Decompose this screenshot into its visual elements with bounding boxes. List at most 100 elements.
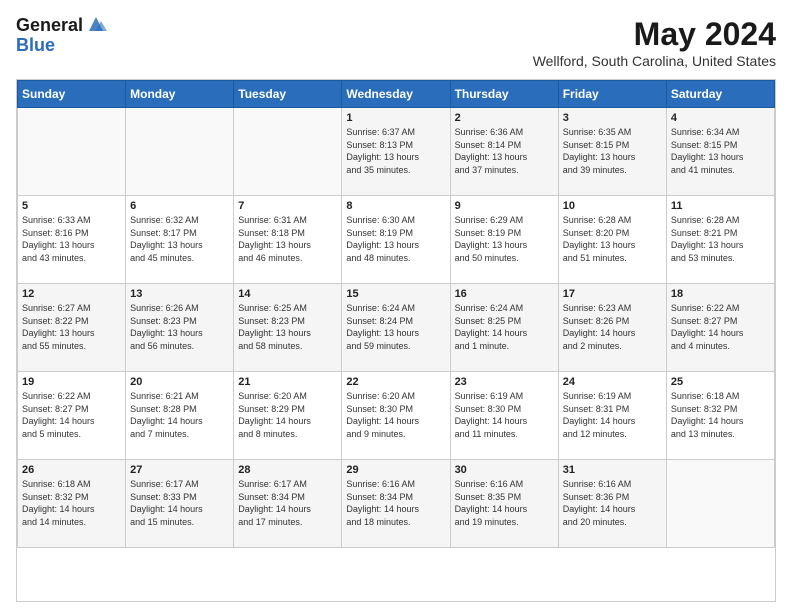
day-number: 11 bbox=[671, 200, 770, 212]
day-number: 28 bbox=[238, 464, 337, 476]
calendar-cell: 8Sunrise: 6:30 AM Sunset: 8:19 PM Daylig… bbox=[342, 196, 450, 284]
day-info: Sunrise: 6:28 AM Sunset: 8:20 PM Dayligh… bbox=[563, 214, 662, 264]
day-number: 8 bbox=[346, 200, 445, 212]
location: Wellford, South Carolina, United States bbox=[533, 53, 776, 69]
day-info: Sunrise: 6:19 AM Sunset: 8:30 PM Dayligh… bbox=[455, 390, 554, 440]
calendar-cell: 6 Sunrise: 6:32 AM Sunset: 8:17 PM Daylig… bbox=[126, 196, 234, 284]
calendar-table: SundayMondayTuesdayWednesdayThursdayFrid… bbox=[17, 80, 775, 548]
day-number: 23 bbox=[455, 376, 554, 388]
day-of-week-friday: Friday bbox=[558, 81, 666, 108]
day-info: Sunrise: 6:17 AM Sunset: 8:34 PM Dayligh… bbox=[238, 478, 337, 528]
calendar-header: SundayMondayTuesdayWednesdayThursdayFrid… bbox=[18, 81, 775, 108]
calendar-cell: 22 Sunrise: 6:20 AM Sunset: 8:30 PM Dayli… bbox=[342, 372, 450, 460]
calendar-cell: 9 Sunrise: 6:29 AM Sunset: 8:19 PM Daylig… bbox=[450, 196, 558, 284]
day-info: Sunrise: 6:36 AM Sunset: 8:14 PM Dayligh… bbox=[455, 126, 554, 176]
calendar-cell: 26 Sunrise: 6:18 AM Sunset: 8:32 PM Dayli… bbox=[18, 460, 126, 548]
logo-icon bbox=[85, 13, 107, 35]
calendar-cell: 11 Sunrise: 6:28 AM Sunset: 8:21 PM Dayli… bbox=[666, 196, 774, 284]
day-number: 27 bbox=[130, 464, 229, 476]
day-info: Sunrise: 6:25 AM Sunset: 8:23 PM Dayligh… bbox=[238, 302, 337, 352]
day-number: 9 bbox=[455, 200, 554, 212]
calendar-cell: 20 Sunrise: 6:21 AM Sunset: 8:28 PM Dayli… bbox=[126, 372, 234, 460]
calendar-cell: 28 Sunrise: 6:17 AM Sunset: 8:34 PM Dayli… bbox=[234, 460, 342, 548]
day-number: 31 bbox=[563, 464, 662, 476]
day-number: 1 bbox=[346, 112, 445, 124]
calendar-cell: 27Sunrise: 6:17 AM Sunset: 8:33 PM Dayli… bbox=[126, 460, 234, 548]
day-number: 21 bbox=[238, 376, 337, 388]
calendar-cell: 14 Sunrise: 6:25 AM Sunset: 8:23 PM Dayli… bbox=[234, 284, 342, 372]
day-number: 20 bbox=[130, 376, 229, 388]
day-info: Sunrise: 6:24 AM Sunset: 8:25 PM Dayligh… bbox=[455, 302, 554, 352]
day-of-week-saturday: Saturday bbox=[666, 81, 774, 108]
day-of-week-tuesday: Tuesday bbox=[234, 81, 342, 108]
calendar-cell: 10 Sunrise: 6:28 AM Sunset: 8:20 PM Dayli… bbox=[558, 196, 666, 284]
day-info: Sunrise: 6:16 AM Sunset: 8:35 PM Dayligh… bbox=[455, 478, 554, 528]
calendar-body: 1Sunrise: 6:37 AM Sunset: 8:13 PM Daylig… bbox=[18, 108, 775, 548]
day-of-week-sunday: Sunday bbox=[18, 81, 126, 108]
calendar-cell: 19Sunrise: 6:22 AM Sunset: 8:27 PM Dayli… bbox=[18, 372, 126, 460]
calendar-cell bbox=[234, 108, 342, 196]
day-info: Sunrise: 6:16 AM Sunset: 8:36 PM Dayligh… bbox=[563, 478, 662, 528]
day-info: Sunrise: 6:21 AM Sunset: 8:28 PM Dayligh… bbox=[130, 390, 229, 440]
day-of-week-monday: Monday bbox=[126, 81, 234, 108]
day-info: Sunrise: 6:24 AM Sunset: 8:24 PM Dayligh… bbox=[346, 302, 445, 352]
day-number: 22 bbox=[346, 376, 445, 388]
day-number: 16 bbox=[455, 288, 554, 300]
day-info: Sunrise: 6:35 AM Sunset: 8:15 PM Dayligh… bbox=[563, 126, 662, 176]
day-info: Sunrise: 6:26 AM Sunset: 8:23 PM Dayligh… bbox=[130, 302, 229, 352]
day-info: Sunrise: 6:33 AM Sunset: 8:16 PM Dayligh… bbox=[22, 214, 121, 264]
week-row-4: 19Sunrise: 6:22 AM Sunset: 8:27 PM Dayli… bbox=[18, 372, 775, 460]
week-row-5: 26 Sunrise: 6:18 AM Sunset: 8:32 PM Dayli… bbox=[18, 460, 775, 548]
header-right: May 2024 Wellford, South Carolina, Unite… bbox=[533, 16, 776, 69]
day-number: 7 bbox=[238, 200, 337, 212]
calendar-cell: 15 Sunrise: 6:24 AM Sunset: 8:24 PM Dayli… bbox=[342, 284, 450, 372]
day-number: 3 bbox=[563, 112, 662, 124]
calendar-cell bbox=[126, 108, 234, 196]
day-info: Sunrise: 6:18 AM Sunset: 8:32 PM Dayligh… bbox=[22, 478, 121, 528]
calendar-cell: 29Sunrise: 6:16 AM Sunset: 8:34 PM Dayli… bbox=[342, 460, 450, 548]
day-number: 26 bbox=[22, 464, 121, 476]
day-number: 18 bbox=[671, 288, 770, 300]
day-info: Sunrise: 6:20 AM Sunset: 8:30 PM Dayligh… bbox=[346, 390, 445, 440]
calendar-cell: 30Sunrise: 6:16 AM Sunset: 8:35 PM Dayli… bbox=[450, 460, 558, 548]
days-of-week-row: SundayMondayTuesdayWednesdayThursdayFrid… bbox=[18, 81, 775, 108]
logo-blue: Blue bbox=[16, 36, 107, 56]
day-number: 2 bbox=[455, 112, 554, 124]
page: General Blue May 2024 Wellford, South Ca… bbox=[0, 0, 792, 612]
day-number: 24 bbox=[563, 376, 662, 388]
day-info: Sunrise: 6:29 AM Sunset: 8:19 PM Dayligh… bbox=[455, 214, 554, 264]
calendar-cell: 5 Sunrise: 6:33 AM Sunset: 8:16 PM Daylig… bbox=[18, 196, 126, 284]
calendar-cell: 18 Sunrise: 6:22 AM Sunset: 8:27 PM Dayli… bbox=[666, 284, 774, 372]
day-info: Sunrise: 6:28 AM Sunset: 8:21 PM Dayligh… bbox=[671, 214, 770, 264]
calendar: SundayMondayTuesdayWednesdayThursdayFrid… bbox=[16, 79, 776, 602]
calendar-cell: 1Sunrise: 6:37 AM Sunset: 8:13 PM Daylig… bbox=[342, 108, 450, 196]
calendar-cell: 4Sunrise: 6:34 AM Sunset: 8:15 PM Daylig… bbox=[666, 108, 774, 196]
day-info: Sunrise: 6:19 AM Sunset: 8:31 PM Dayligh… bbox=[563, 390, 662, 440]
day-info: Sunrise: 6:31 AM Sunset: 8:18 PM Dayligh… bbox=[238, 214, 337, 264]
calendar-cell: 13 Sunrise: 6:26 AM Sunset: 8:23 PM Dayli… bbox=[126, 284, 234, 372]
day-info: Sunrise: 6:22 AM Sunset: 8:27 PM Dayligh… bbox=[22, 390, 121, 440]
logo-text: General Blue bbox=[16, 16, 107, 56]
calendar-cell: 7 Sunrise: 6:31 AM Sunset: 8:18 PM Daylig… bbox=[234, 196, 342, 284]
day-number: 14 bbox=[238, 288, 337, 300]
day-info: Sunrise: 6:22 AM Sunset: 8:27 PM Dayligh… bbox=[671, 302, 770, 352]
day-info: Sunrise: 6:20 AM Sunset: 8:29 PM Dayligh… bbox=[238, 390, 337, 440]
day-number: 6 bbox=[130, 200, 229, 212]
day-number: 10 bbox=[563, 200, 662, 212]
calendar-cell bbox=[18, 108, 126, 196]
day-number: 15 bbox=[346, 288, 445, 300]
calendar-cell: 16 Sunrise: 6:24 AM Sunset: 8:25 PM Dayli… bbox=[450, 284, 558, 372]
calendar-cell bbox=[666, 460, 774, 548]
day-info: Sunrise: 6:32 AM Sunset: 8:17 PM Dayligh… bbox=[130, 214, 229, 264]
month-title: May 2024 bbox=[533, 16, 776, 53]
week-row-1: 1Sunrise: 6:37 AM Sunset: 8:13 PM Daylig… bbox=[18, 108, 775, 196]
day-number: 5 bbox=[22, 200, 121, 212]
calendar-cell: 24 Sunrise: 6:19 AM Sunset: 8:31 PM Dayli… bbox=[558, 372, 666, 460]
day-number: 29 bbox=[346, 464, 445, 476]
day-of-week-thursday: Thursday bbox=[450, 81, 558, 108]
calendar-cell: 3 Sunrise: 6:35 AM Sunset: 8:15 PM Daylig… bbox=[558, 108, 666, 196]
day-info: Sunrise: 6:18 AM Sunset: 8:32 PM Dayligh… bbox=[671, 390, 770, 440]
header: General Blue May 2024 Wellford, South Ca… bbox=[16, 16, 776, 69]
calendar-cell: 17Sunrise: 6:23 AM Sunset: 8:26 PM Dayli… bbox=[558, 284, 666, 372]
day-number: 13 bbox=[130, 288, 229, 300]
